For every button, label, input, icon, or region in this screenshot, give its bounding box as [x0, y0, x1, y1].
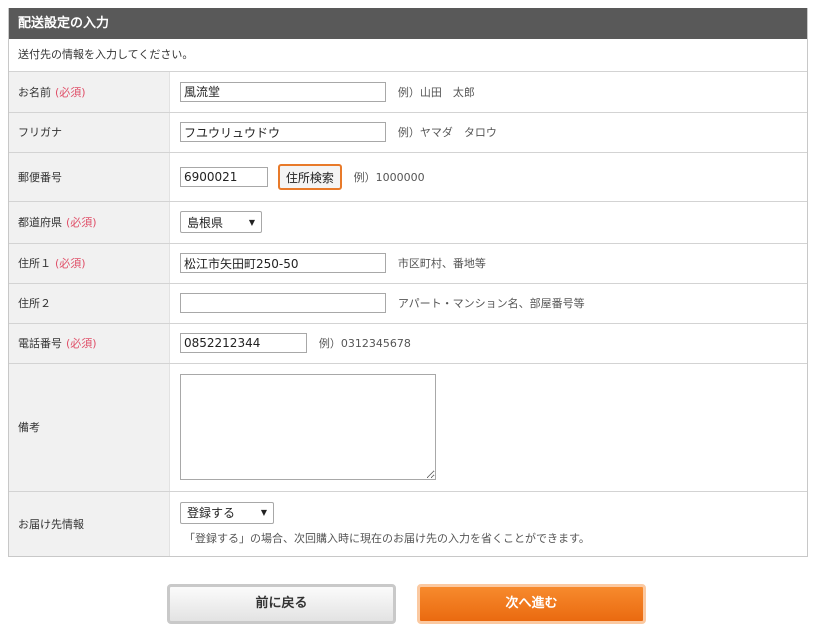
prefecture-select[interactable]: 島根県 ▼	[180, 211, 262, 233]
address1-example: 市区町村、番地等	[397, 257, 486, 270]
phone-input[interactable]	[180, 333, 307, 353]
dropdown-arrow-icon: ▼	[260, 508, 267, 518]
row-name: お名前 (必須) 例）山田 太郎	[9, 72, 807, 113]
shipping-form-table: お名前 (必須) 例）山田 太郎 フリガナ 例）ヤマダ タロウ 郵便番号 住所検索…	[9, 72, 807, 556]
remarks-label: 備考	[18, 421, 40, 434]
dropdown-arrow-icon: ▼	[248, 217, 255, 227]
address-search-button[interactable]: 住所検索	[277, 163, 342, 190]
furigana-input[interactable]	[180, 122, 386, 142]
required-mark: (必須)	[55, 257, 86, 270]
address2-label: 住所２	[18, 297, 51, 310]
address2-example: アパート・マンション名、部屋番号等	[397, 297, 585, 310]
row-postal-code: 郵便番号 住所検索 例）1000000	[9, 152, 807, 202]
required-mark: (必須)	[55, 85, 86, 99]
remarks-textarea[interactable]	[180, 374, 436, 480]
row-prefecture: 都道府県 (必須) 島根県 ▼	[9, 201, 807, 244]
delivery-info-note: 「登録する」の場合、次回購入時に現在のお届け先の入力を省くことができます。	[184, 531, 590, 545]
row-delivery-info: お届け先情報 登録する ▼ 「登録する」の場合、次回購入時に現在のお届け先の入力…	[9, 491, 807, 556]
row-phone: 電話番号 (必須) 例）0312345678	[9, 323, 807, 364]
row-address1: 住所１ (必須) 市区町村、番地等	[9, 243, 807, 284]
back-button[interactable]: 前に戻る	[167, 584, 396, 624]
name-example: 例）山田 太郎	[397, 85, 475, 99]
delivery-info-selected: 登録する	[187, 506, 236, 521]
required-mark: (必須)	[66, 216, 97, 229]
furigana-label: フリガナ	[18, 126, 62, 139]
furigana-example: 例）ヤマダ タロウ	[397, 126, 497, 139]
name-label: お名前	[18, 85, 51, 99]
prefecture-selected: 島根県	[187, 215, 224, 230]
row-furigana: フリガナ 例）ヤマダ タロウ	[9, 112, 807, 153]
panel-title: 配送設定の入力	[9, 8, 807, 39]
shipping-form-panel: 配送設定の入力 送付先の情報を入力してください。 お名前 (必須) 例）山田 太郎…	[8, 8, 808, 557]
delivery-info-label: お届け先情報	[18, 517, 84, 531]
next-button[interactable]: 次へ進む	[417, 584, 646, 624]
address1-label: 住所１	[18, 257, 51, 270]
prefecture-label: 都道府県	[18, 216, 62, 229]
intro-text: 送付先の情報を入力してください。	[9, 39, 807, 72]
required-mark: (必須)	[66, 337, 97, 350]
phone-example: 例）0312345678	[318, 337, 411, 350]
postal-code-label: 郵便番号	[18, 170, 62, 184]
address2-input[interactable]	[180, 293, 386, 313]
name-input[interactable]	[180, 81, 386, 102]
phone-label: 電話番号	[18, 337, 62, 350]
postal-code-input[interactable]	[180, 166, 268, 187]
delivery-info-select[interactable]: 登録する ▼	[180, 501, 274, 524]
row-remarks: 備考	[9, 363, 807, 492]
address1-input[interactable]	[180, 253, 386, 273]
postal-code-example: 例）1000000	[353, 170, 425, 184]
navigation-buttons: 前に戻る 次へ進む	[0, 584, 816, 624]
row-address2: 住所２ アパート・マンション名、部屋番号等	[9, 283, 807, 324]
